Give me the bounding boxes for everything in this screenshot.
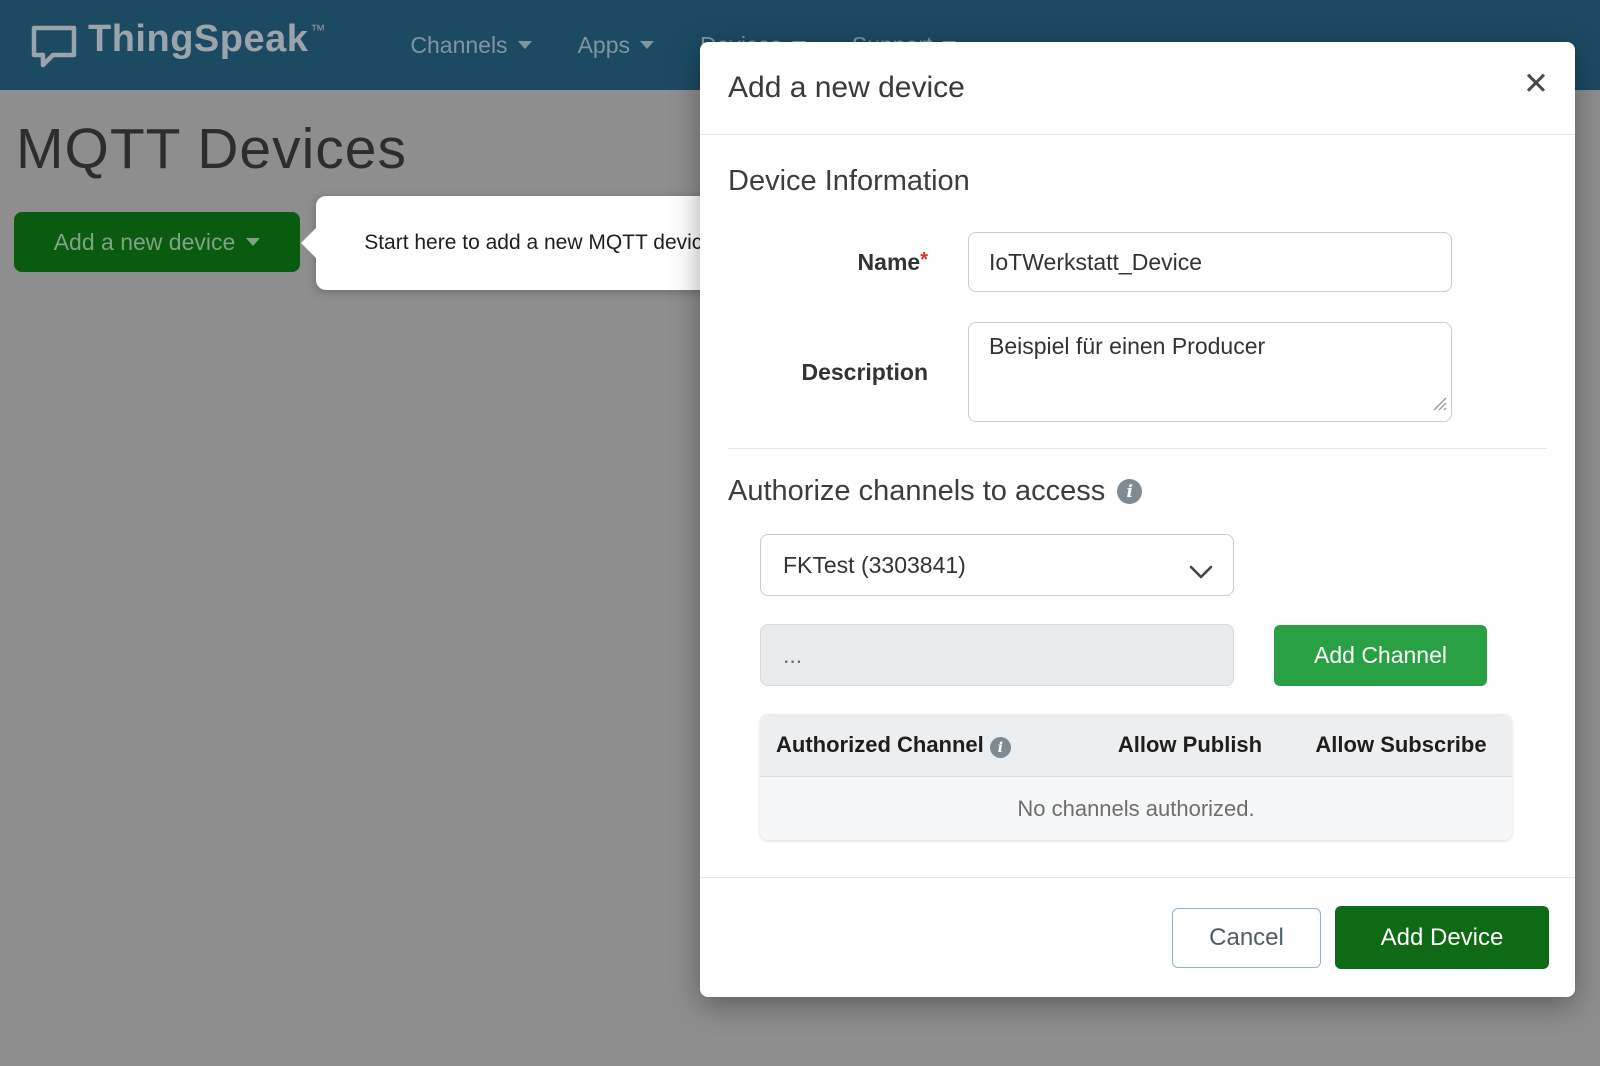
brand-name: ThingSpeak [88,18,308,61]
required-asterisk: * [920,249,928,271]
modal-footer: Cancel Add Device [700,877,1575,997]
device-information-heading-text: Device Information [728,165,970,198]
speech-bubble-icon [30,18,78,73]
close-icon[interactable]: ✕ [1523,68,1549,99]
channel-add-row: Add Channel [760,624,1547,686]
modal-header: Add a new device [700,42,1575,135]
caret-down-icon [518,41,532,49]
name-label: Name* [728,249,968,276]
thingspeak-logo[interactable]: ThingSpeak ™ [30,18,325,73]
empty-table-row: No channels authorized. [760,776,1512,840]
brand-trademark: ™ [310,22,325,39]
channel-field-input [760,624,1234,686]
column-authorized-channel: Authorized Channel i [760,714,1090,776]
table-header-row: Authorized Channel i Allow Publish Allow… [760,714,1512,776]
authorize-channels-heading-text: Authorize channels to access [728,475,1105,508]
channel-select[interactable]: FKTest (3303841) [760,534,1234,596]
description-label-text: Description [801,359,928,385]
chevron-down-icon [1189,559,1213,586]
name-row: Name* [728,232,1547,292]
modal-title: Add a new device [728,71,965,105]
info-icon[interactable]: i [990,737,1011,758]
name-label-text: Name [858,249,921,275]
nav-item-apps[interactable]: Apps [578,32,654,59]
authorize-channels-heading: Authorize channels to access i [728,475,1547,508]
description-label: Description [728,359,968,386]
device-description-textarea[interactable]: Beispiel für einen Producer [968,322,1452,422]
description-row: Description Beispiel für einen Producer [728,322,1547,422]
nav-label-channels: Channels [410,32,507,59]
add-channel-button[interactable]: Add Channel [1274,625,1487,686]
device-information-heading: Device Information [728,165,1547,198]
tooltip-text: Start here to add a new MQTT device. [364,231,720,255]
tooltip-arrow-left [301,227,317,259]
empty-table-message: No channels authorized. [760,776,1512,840]
add-device-button[interactable]: Add Device [1335,906,1549,969]
nav-item-channels[interactable]: Channels [410,32,531,59]
info-icon[interactable]: i [1117,479,1142,504]
cancel-button[interactable]: Cancel [1172,908,1321,968]
nav-label-apps: Apps [578,32,630,59]
modal-body: Device Information Name* Description Bei… [700,135,1575,840]
add-new-device-label: Add a new device [54,229,236,256]
column-allow-subscribe: Allow Subscribe [1290,714,1512,776]
column-authorized-channel-label: Authorized Channel [776,732,984,757]
column-allow-publish: Allow Publish [1090,714,1290,776]
caret-down-icon [246,238,260,246]
device-name-input[interactable] [968,232,1452,292]
channel-select-value: FKTest (3303841) [783,552,966,579]
authorized-channels-table: Authorized Channel i Allow Publish Allow… [760,714,1512,840]
section-divider [728,448,1547,449]
page-title: MQTT Devices [16,116,407,182]
caret-down-icon [640,41,654,49]
add-device-modal: Add a new device ✕ Device Information Na… [700,42,1575,997]
add-new-device-dropdown-button[interactable]: Add a new device [14,212,300,272]
